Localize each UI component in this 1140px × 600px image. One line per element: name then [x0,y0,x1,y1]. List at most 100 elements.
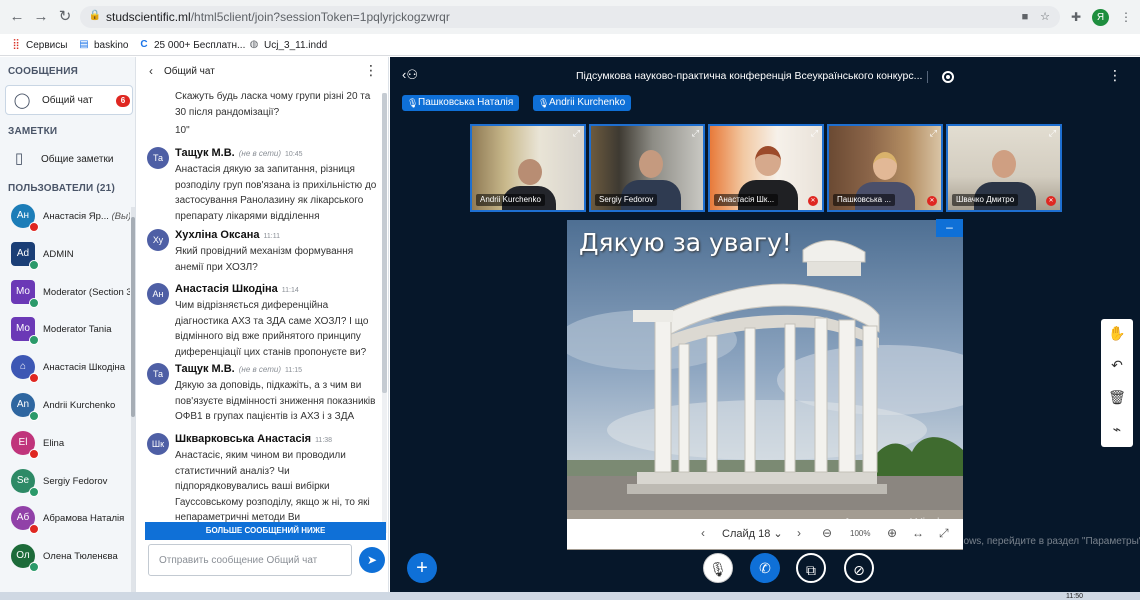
talker-name: Andrii Kurchenko [549,97,626,108]
shared-notes-item[interactable]: ▯ Общие заметки [5,147,133,171]
user-list-scrollbar[interactable] [131,207,135,597]
expand-icon[interactable]: ⤢ [811,128,818,139]
user-name-text: Moderator Tania [43,324,112,336]
public-chat-item[interactable]: ◯ Общий чат 6 [5,85,133,115]
bookmark-baskino[interactable]: ▤ baskino [78,38,128,52]
webcam-tile[interactable]: ⤢ Швачко Дмитро ✕ [946,124,1062,212]
windows-activation-watermark: Активация Windows [843,515,963,530]
chat-message-text: 10" [175,125,190,136]
expand-icon[interactable]: ⤢ [692,128,699,139]
toggle-user-list-icon[interactable]: ‹⚇ [402,67,418,83]
trash-icon[interactable]: 🗑 [1107,387,1127,407]
camera-blocked-icon[interactable]: ■ [1018,10,1032,24]
user-list-item[interactable]: El Elina [0,427,130,463]
chat-avatar: Та [147,363,169,385]
user-name: Moderator Tania [43,324,130,335]
multi-user-whiteboard-icon[interactable]: ⌁ [1107,419,1127,439]
zoom-out-icon[interactable]: ⊖ [822,526,832,540]
next-slide-icon[interactable]: › [797,526,801,540]
offline-tag: (не в сети) [238,365,282,374]
user-initials: Ан [16,210,30,221]
chat-avatar: Ан [147,283,169,305]
options-menu-icon[interactable]: ⋮ [1108,67,1122,84]
lock-icon[interactable]: 🔒 [88,9,102,23]
phone-icon: ✆ [759,560,771,576]
address-bar[interactable]: 🔒 studscientific.ml/html5client/join?ses… [80,6,1060,28]
annotation-toolbar: ✋ ↶ 🗑 ⌁ [1101,319,1133,447]
chat-title: Общий чат [164,66,215,77]
camera-off-icon: ⧉ [806,562,816,578]
webcam-tile[interactable]: ⤢ Andrii Kurchenko [470,124,586,212]
chevron-left-icon[interactable]: ‹ [149,64,153,78]
bookmark-apps[interactable]: ⣿ Сервисы [10,38,67,52]
user-list-item[interactable]: Ad ADMIN [0,238,130,274]
muted-mic-icon: ✕ [808,196,818,206]
webcam-label: Andrii Kurchenko [476,194,545,206]
audio-status-icon [29,448,39,459]
leave-audio-button[interactable]: ✆ [750,553,780,583]
chat-message-text: Скажуть будь ласка чому групи різні 20 т… [175,91,371,118]
unread-badge: 6 [116,95,130,107]
extensions-icon[interactable]: ✚ [1068,9,1084,25]
system-clock: 11:50 [1066,593,1083,600]
back-arrow-icon[interactable]: ← [8,8,26,26]
bookmark-label: 25 000+ Бесплатн... [154,39,246,51]
audio-status-icon [29,373,39,384]
share-webcam-button[interactable]: ⧉ [796,553,826,583]
previous-slide-icon[interactable]: ‹ [701,526,705,540]
notes-header: ЗАМЕТКИ [8,126,58,137]
user-list-item[interactable]: Ан Анастасія Яр... (Вы) [0,200,130,236]
webcam-label: Анастасія Шк... [714,194,779,206]
user-list-item[interactable]: Аб Абрамова Наталія [0,502,130,538]
audio-status-icon [29,524,39,535]
bookmark-free[interactable]: C 25 000+ Бесплатн... [138,38,245,52]
user-name-text: Moderator (Section 3) [43,286,130,298]
expand-icon[interactable]: ⤢ [573,128,580,139]
bookmark-star-icon[interactable]: ☆ [1038,10,1052,24]
shared-notes-label: Общие заметки [41,154,114,165]
user-initials: Аб [16,512,30,524]
browser-menu-icon[interactable]: ⋮ [1118,9,1134,25]
webcam-tile[interactable]: ⤢ Sergiy Fedorov [589,124,705,212]
webcam-tile[interactable]: ⤢ Пашковська ... ✕ [827,124,943,212]
audio-status-icon [29,486,39,497]
recording-indicator-icon[interactable] [942,71,954,83]
you-marker: (Вы) [111,211,131,222]
profile-avatar[interactable]: Я [1092,9,1109,26]
chat-message-list: Скажуть будь ласка чому групи різні 20 т… [137,85,389,523]
unmute-microphone-button[interactable]: 🎙 [703,553,733,583]
hand-tool-icon[interactable]: ✋ [1107,323,1127,343]
webcam-label: Пашковська ... [833,194,895,206]
chat-message-text: Анастасіє, яким чином ви проводили стати… [175,450,370,523]
slide-selector[interactable]: Слайд 18 ⌄ [722,527,783,540]
reload-icon[interactable]: ↻ [56,8,74,26]
user-name: Олена Тюленєва [43,551,130,562]
user-list-item[interactable]: Se Sergiy Fedorov [0,465,130,501]
user-list-item[interactable]: Mo Moderator (Section 3) [0,276,130,312]
expand-icon[interactable]: ⤢ [930,128,937,139]
actions-plus-button[interactable]: + [407,553,437,583]
expand-icon[interactable]: ⤢ [1049,128,1056,139]
presenter-icon: ⌂ [19,361,27,373]
user-list-item[interactable]: ⌂ Анастасія Шкодіна [0,351,130,387]
bookmark-page-icon: ▤ [79,39,89,50]
presentation-slide[interactable]: Дякую за увагу! [567,220,963,550]
forward-arrow-icon[interactable]: → [32,8,50,26]
more-messages-button[interactable]: БОЛЬШЕ СООБЩЕНИЙ НИЖЕ [145,522,386,540]
user-list-item[interactable]: An Andrii Kurchenko [0,389,130,425]
chat-scrollbar[interactable] [382,93,387,533]
minimize-presentation-button[interactable]: – [936,219,963,237]
undo-icon[interactable]: ↶ [1107,355,1127,375]
send-message-button[interactable]: ➤ [359,547,385,573]
chat-message-input[interactable]: Отправить сообщение Общий чат [148,544,352,576]
chat-message-header: Шкварковська Анастасія 11:38 [175,433,332,445]
webcam-tile[interactable]: ⤢ Анастасія Шк... ✕ [708,124,824,212]
bookmark-ucj[interactable]: ◍ Ucj_3_11.indd [248,38,328,52]
user-list-item[interactable]: Ол Олена Тюленєва [0,540,130,576]
kebab-menu-icon[interactable]: ⋮ [364,62,378,79]
share-screen-button[interactable]: ⊘ [844,553,874,583]
user-list-item[interactable]: Mo Moderator Tania [0,313,130,349]
user-name-text: Анастасія Шкодіна [43,362,126,374]
audio-status-icon [29,222,39,232]
chat-message-text: Який провідний механізм формування анемі… [175,246,354,273]
